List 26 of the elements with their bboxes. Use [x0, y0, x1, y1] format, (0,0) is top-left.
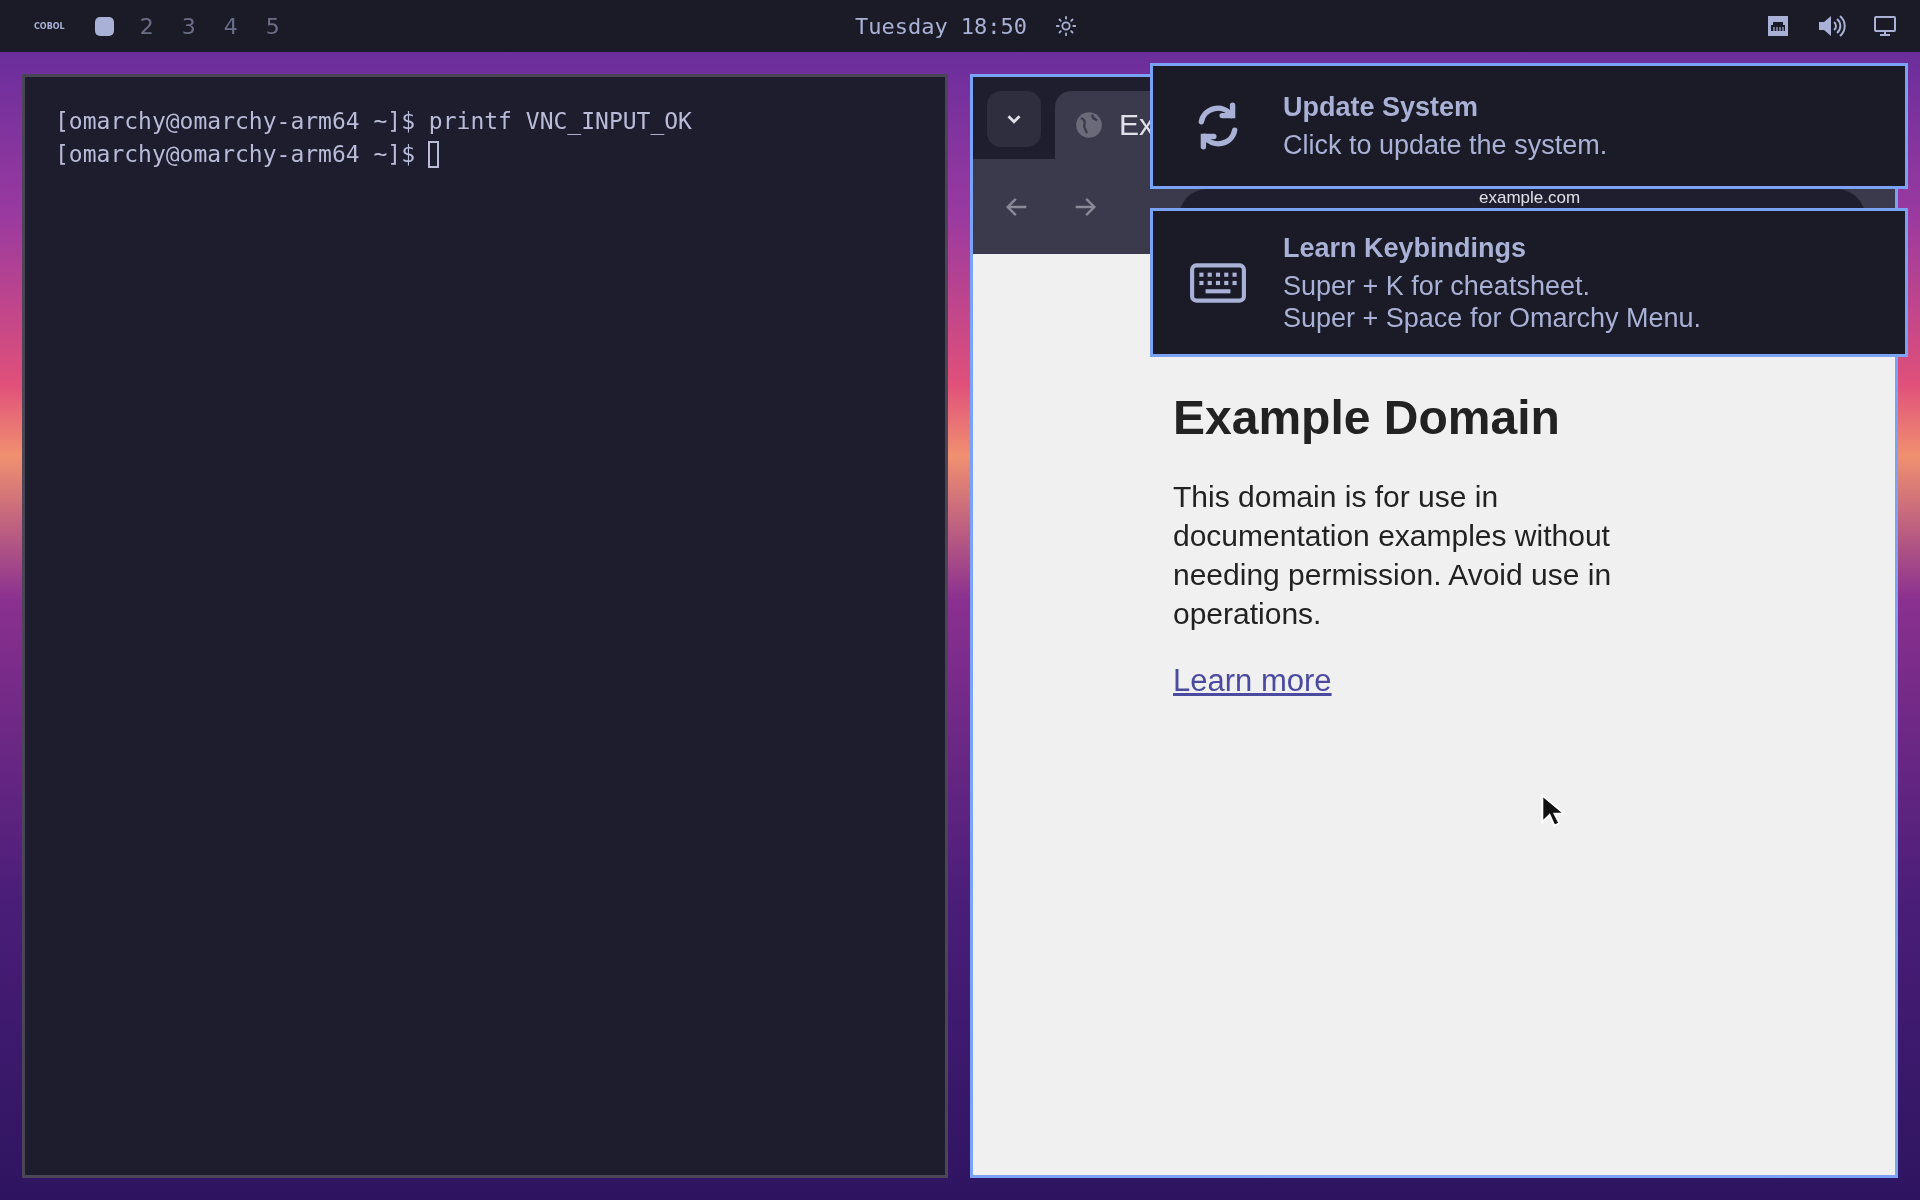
ethernet-icon[interactable] — [1766, 14, 1790, 38]
workspace-button[interactable]: 2 — [129, 13, 164, 39]
clock[interactable]: Tuesday 18:50 — [854, 13, 1028, 39]
globe-icon — [1075, 111, 1103, 139]
notification-title: Update System — [1283, 91, 1480, 123]
brightness-icon[interactable] — [1055, 15, 1078, 37]
notification-text: Super + K for cheatsheet. — [1283, 269, 1591, 302]
notification-text: Super + Space for Omarchy Menu. — [1283, 301, 1701, 334]
workspace-button[interactable]: 5 — [255, 13, 290, 39]
terminal-line: [omarchy@omarchy-arm64 ~]$ — [55, 140, 416, 169]
notification-title: Learn Keybindings — [1283, 231, 1528, 264]
keyboard-icon — [1189, 261, 1247, 304]
monitor-icon[interactable] — [1872, 14, 1898, 38]
workspace-button[interactable]: 3 — [171, 13, 206, 39]
learn-more-link[interactable]: Learn more — [1173, 663, 1332, 698]
notification[interactable]: Learn Keybindings Super + K for cheatsheet. Super + Space for Omarchy Menu. — [1150, 208, 1908, 357]
logo[interactable]: COBOL — [34, 21, 65, 31]
workspace-button[interactable]: 4 — [213, 13, 248, 39]
notification[interactable]: Update System Click to update the system. — [1150, 63, 1908, 189]
notification-text: Click to update the system. — [1283, 129, 1608, 161]
volume-icon[interactable] — [1816, 14, 1846, 38]
page-paragraph: This domain is for use in documentation examples without needing permission. Avoid use in operations. — [1173, 479, 1613, 632]
workspace-button[interactable] — [94, 16, 114, 36]
mouse-pointer-icon — [1540, 793, 1564, 827]
terminal-line: [omarchy@omarchy-arm64 ~]$ printf VNC_INPUT_OK — [55, 107, 692, 137]
page-heading: Example Domain — [1173, 390, 1561, 445]
